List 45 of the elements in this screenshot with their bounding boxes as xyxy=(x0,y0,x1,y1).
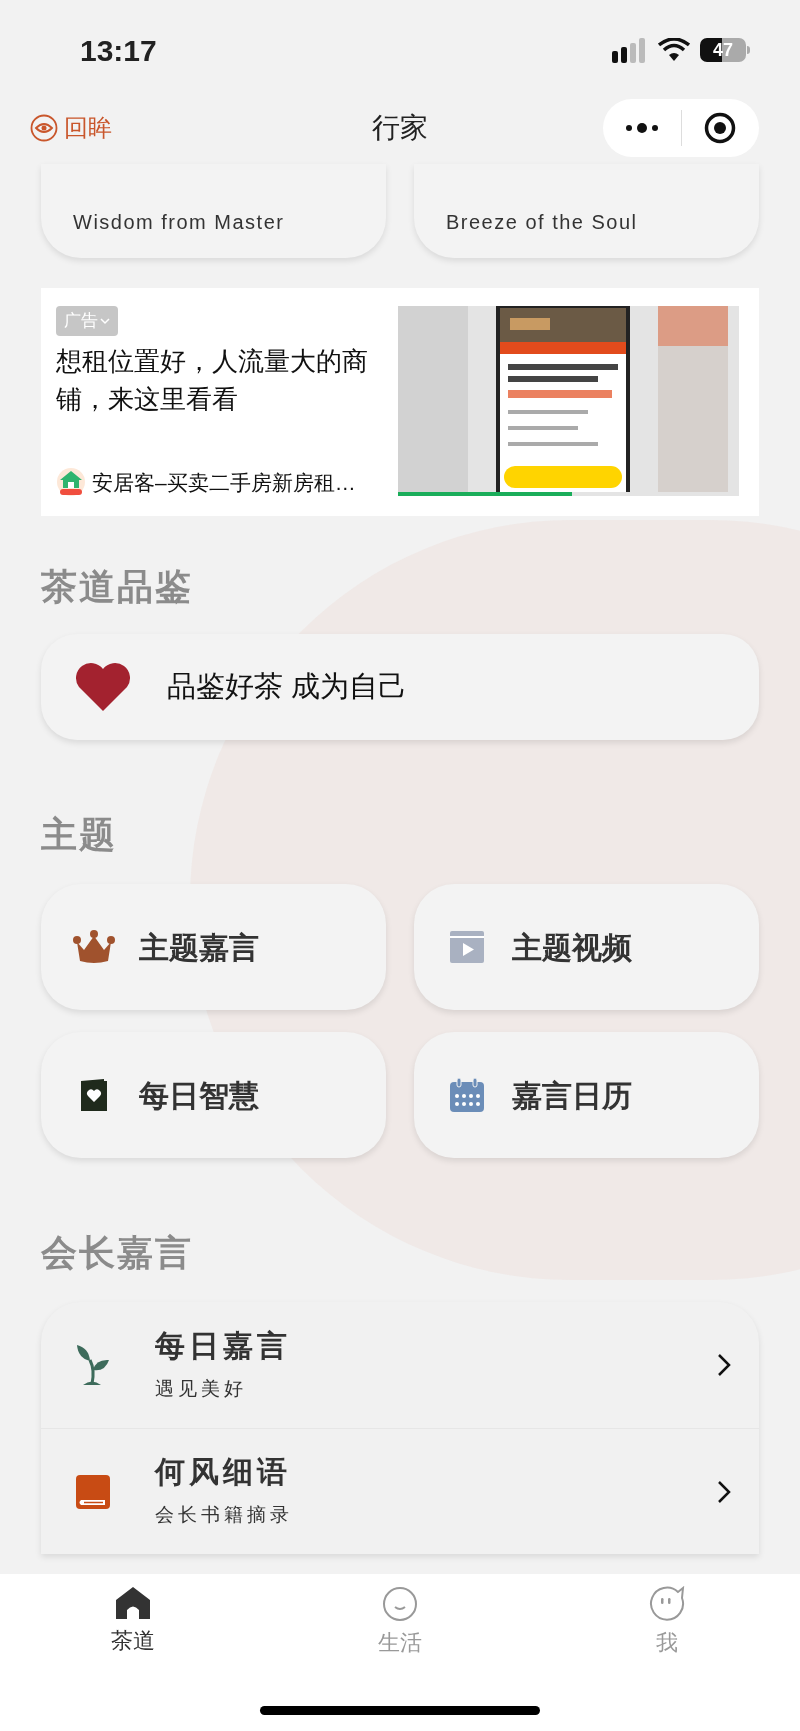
theme-button[interactable]: 主题嘉言 xyxy=(41,884,386,1010)
crown-icon xyxy=(72,930,116,964)
theme-button[interactable]: 主题视频 xyxy=(414,884,759,1010)
status-time: 13:17 xyxy=(80,32,157,69)
heart-icon xyxy=(75,662,131,712)
quote-card[interactable]: Breeze of the Soul xyxy=(414,164,759,258)
book-icon xyxy=(75,1473,111,1510)
tab-item[interactable]: 茶道 xyxy=(0,1574,267,1659)
sprout-icon xyxy=(76,1344,110,1386)
wifi-icon xyxy=(658,38,690,62)
page-title: 行家 xyxy=(372,111,428,145)
list-row[interactable]: 每日嘉言 遇见美好 xyxy=(41,1302,759,1428)
tea-card[interactable]: 品鉴好茶 成为自己 xyxy=(41,634,759,740)
chevron-icon xyxy=(100,316,110,325)
row-subtitle: 会长书籍摘录 xyxy=(155,1503,293,1528)
chevron-right-icon xyxy=(717,1353,731,1377)
target-icon xyxy=(704,112,737,144)
smile-icon xyxy=(382,1586,418,1622)
card-subtitle: Wisdom from Master xyxy=(73,212,285,232)
heart-card-icon xyxy=(80,1078,108,1112)
calendar-icon xyxy=(449,1077,485,1113)
row-title: 何风细语 xyxy=(155,1454,292,1491)
back-link[interactable]: 回眸 xyxy=(30,110,112,146)
section-heading: 茶道品鉴 xyxy=(41,565,194,609)
section-heading: 主题 xyxy=(41,813,118,857)
ad-source: 安居客–买卖二手房新房租… xyxy=(92,469,356,496)
row-subtitle: 遇见美好 xyxy=(155,1376,248,1401)
ad-headline: 想租位置好，人流量大的商铺，来这里看看 xyxy=(56,344,369,416)
app-logo-icon xyxy=(56,467,86,498)
list-row[interactable]: 何风细语 会长书籍摘录 xyxy=(41,1428,759,1554)
eye-icon xyxy=(30,114,58,142)
signal-icon xyxy=(612,37,648,63)
video-icon xyxy=(449,930,485,964)
tea-card-text: 品鉴好茶 成为自己 xyxy=(167,669,408,705)
row-title: 每日嘉言 xyxy=(155,1327,291,1364)
ad-banner[interactable]: 广告 想租位置好，人流量大的商铺，来这里看看 安居客–买卖二手房新房租… xyxy=(41,288,759,516)
section-heading: 会长嘉言 xyxy=(41,1231,194,1275)
chat-face-icon xyxy=(648,1586,685,1622)
chevron-right-icon xyxy=(717,1479,731,1504)
quote-card[interactable]: Wisdom from Master xyxy=(41,164,386,258)
theme-button[interactable]: 每日智慧 xyxy=(41,1032,386,1158)
home-icon xyxy=(115,1586,152,1620)
theme-button[interactable]: 嘉言日历 xyxy=(414,1032,759,1158)
more-icon xyxy=(624,123,659,133)
card-subtitle: Breeze of the Soul xyxy=(446,212,638,232)
